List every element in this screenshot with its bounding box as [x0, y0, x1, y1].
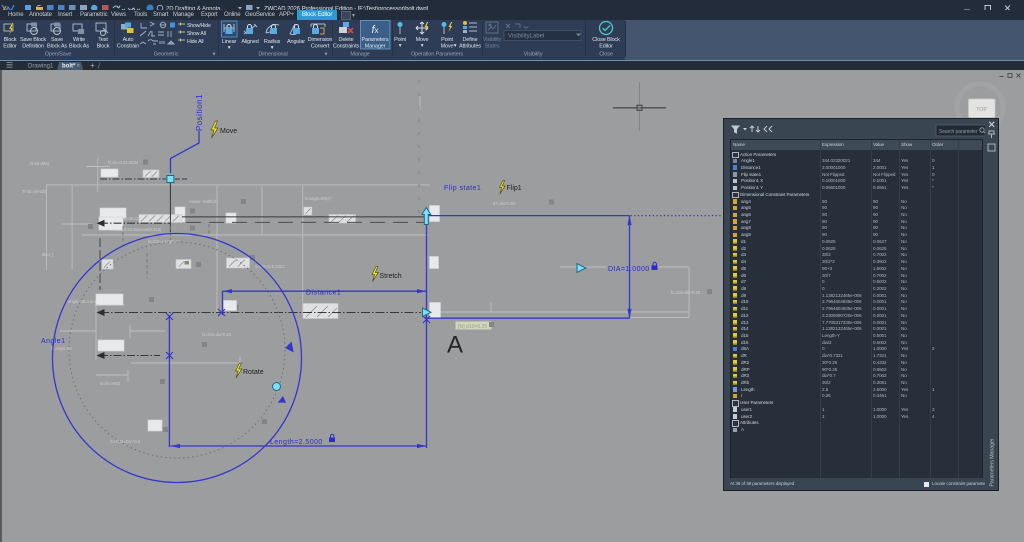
svg-text:Close Block: Close Block [592, 37, 620, 43]
svg-text:Angular: Angular [287, 39, 305, 45]
svg-text:Aligned: Aligned [241, 39, 258, 45]
svg-text:d7=dia*0.92: d7=dia*0.92 [493, 201, 516, 206]
svg-text:Parameters: Parameters [362, 37, 389, 43]
svg-text:d8=(-): d8=(-) [42, 252, 54, 257]
svg-text:Geometric: Geometric [154, 52, 179, 58]
svg-text:Editor: Editor [599, 44, 613, 50]
svg-text:TOP: TOP [976, 107, 987, 113]
svg-text:Dimension: Dimension [308, 37, 333, 43]
svg-text:Delete: Delete [339, 37, 354, 43]
svg-text:Parameters Manager: Parameters Manager [990, 438, 996, 486]
svg-text:VisibilityLabel: VisibilityLabel [508, 34, 544, 40]
svg-text:Block As: Block As [69, 44, 89, 50]
svg-text:fx:d4=HM2: fx:d4=HM2 [100, 381, 121, 386]
svg-text:Hide All: Hide All [187, 39, 203, 45]
svg-text:Block: Block [97, 44, 110, 50]
svg-text:Convert: Convert [311, 44, 330, 50]
svg-text:Auto: Auto [123, 37, 134, 43]
svg-text:Distance1: Distance1 [306, 290, 341, 297]
svg-text:Flip state1: Flip state1 [444, 185, 481, 192]
svg-text:Stretch: Stretch [380, 273, 402, 280]
svg-text:Manager: Manager [365, 44, 386, 50]
svg-text:Constraints: Constraints [333, 44, 360, 50]
svg-text:Drawing1: Drawing1 [28, 64, 54, 70]
svg-text:Move: Move [441, 44, 454, 50]
svg-text:Move: Move [220, 128, 237, 135]
svg-text:Show All: Show All [187, 31, 206, 37]
svg-text:▾: ▾ [421, 43, 424, 49]
svg-text:Save: Save [51, 37, 63, 43]
svg-text:fx:d1=0.21.0034: fx:d1=0.21.0034 [108, 160, 139, 165]
svg-text:[fx] d10=0.25: [fx] d10=0.25 [458, 324, 487, 330]
svg-text:Block As: Block As [47, 44, 67, 50]
svg-text:▾: ▾ [399, 43, 402, 49]
svg-text:Visibility: Visibility [524, 52, 543, 58]
svg-text:▾: ▾ [213, 52, 216, 58]
svg-text:Angle1: Angle1 [41, 338, 66, 345]
svg-text:A: A [447, 332, 463, 359]
svg-text:Constrain: Constrain [117, 44, 139, 50]
svg-text:Flip1: Flip1 [507, 185, 522, 192]
svg-text:Close: Close [599, 52, 613, 58]
svg-text:Operation Parameters: Operation Parameters [411, 52, 463, 58]
svg-text:Search parameter: Search parameter [939, 129, 978, 135]
svg-text:fx:HM3=DIA*0.5: fx:HM3=DIA*0.5 [110, 439, 141, 444]
svg-text:fx:d13=dia*0.28: fx:d13=dia*0.28 [202, 332, 232, 337]
svg-text:Rotate: Rotate [243, 369, 264, 376]
svg-text:Dimensional: Dimensional [258, 52, 287, 58]
svg-text:Definition: Definition [22, 44, 44, 50]
svg-text:Editor: Editor [3, 44, 17, 50]
svg-text:Attributes: Attributes [459, 44, 481, 50]
svg-text:bolt*: bolt* [62, 64, 76, 70]
svg-text:Block: Block [4, 37, 17, 43]
svg-text:DIA=1.0000: DIA=1.0000 [608, 266, 650, 273]
svg-text:fx:ang5=90(2): fx:ang5=90(2) [305, 196, 332, 201]
svg-text:N-50-(M5): N-50-(M5) [30, 161, 50, 166]
svg-text:▾: ▾ [325, 52, 328, 58]
svg-text:Length=2.5000: Length=2.5000 [270, 439, 323, 446]
svg-text:▾: ▾ [271, 45, 274, 51]
svg-text:Point: Point [441, 37, 453, 43]
svg-text:+: + [90, 61, 95, 70]
svg-text:Position1: Position1 [195, 94, 204, 131]
svg-text:Ti-05=(M-d3): Ti-05=(M-d3) [22, 189, 47, 194]
svg-text:Write: Write [73, 37, 85, 43]
svg-text:Active: width(2): Active: width(2) [189, 199, 218, 204]
svg-text:▾: ▾ [454, 43, 457, 49]
svg-text:Manage: Manage [350, 52, 369, 58]
svg-text:Define: Define [463, 37, 478, 43]
svg-text:Open/Save: Open/Save [45, 52, 72, 58]
svg-text:fx:d15=Length-Y: fx:d15=Length-Y [148, 239, 179, 244]
svg-text:▾: ▾ [228, 45, 231, 51]
svg-text:Test: Test [98, 37, 108, 43]
svg-text:States: States [485, 44, 500, 50]
svg-text:Visibility: Visibility [483, 37, 502, 43]
svg-text:Save Block: Save Block [20, 37, 46, 43]
svg-text:fx: fx [371, 24, 378, 36]
svg-text:fx:d10=dia*0.25: fx:d10=dia*0.25 [671, 290, 701, 295]
svg-text:×: × [77, 64, 81, 70]
svg-text:Show/Hide: Show/Hide [187, 23, 211, 29]
